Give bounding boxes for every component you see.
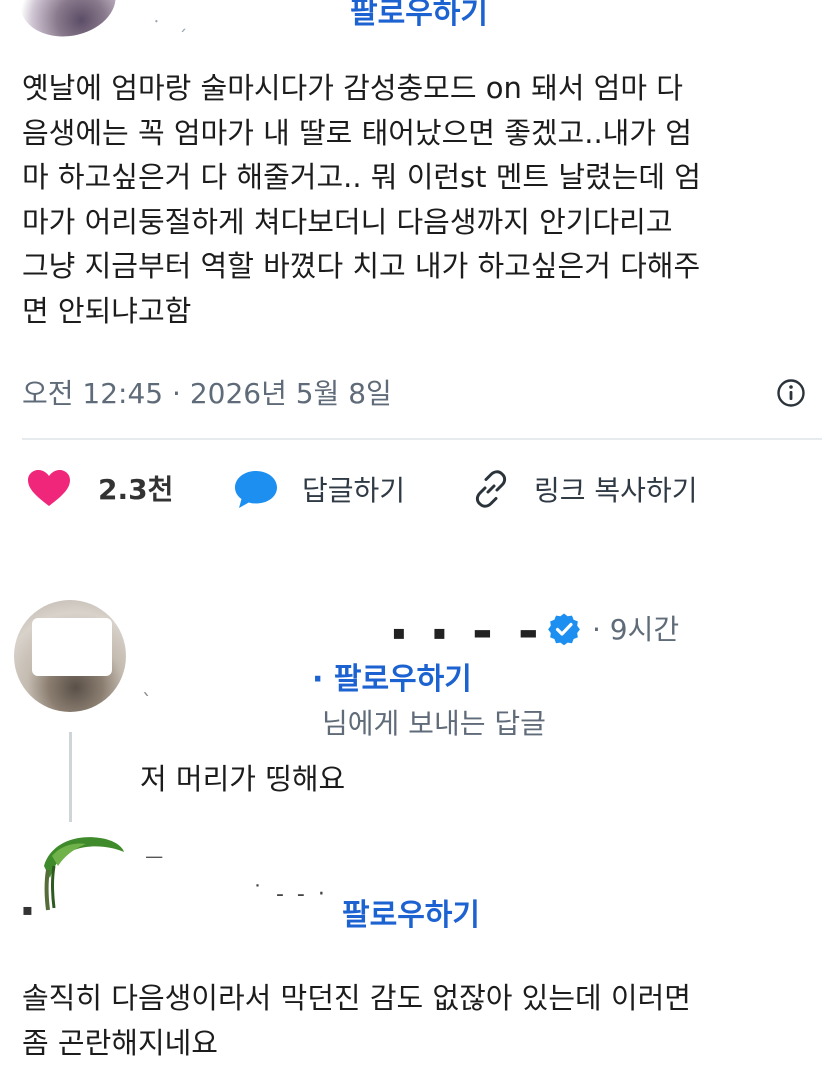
tweet-line: 그냥 지금부터 역할 바꼈다 치고 내가 하고싶은거 다해주 [22, 249, 701, 283]
top-user-avatar[interactable] [14, 0, 122, 44]
tweet-timestamp[interactable]: 오전 12:45 · 2026년 5월 8일 [22, 372, 392, 412]
reply1-name-obscured[interactable]: ▪ ▪ ▬ ▬ [392, 620, 548, 644]
reply2-avatar[interactable] [30, 826, 126, 916]
replying-to-label: 님에게 보내는 답글 [322, 707, 546, 740]
tweet-text: 옛날에 엄마랑 술마시다가 감성충모드 on 돼서 엄마 다 음생에는 꼭 엄마… [22, 66, 812, 333]
copy-link-button[interactable]: 링크 복사하기 [470, 468, 697, 510]
like-button[interactable]: 2.3천 [26, 468, 173, 508]
avatar-redaction [32, 618, 112, 676]
divider [22, 438, 822, 440]
copy-link-label: 링크 복사하기 [534, 474, 698, 507]
speech-bubble-icon [235, 471, 277, 508]
reply2-line: 좀 곤란해지네요 [22, 1025, 218, 1060]
reply1-handle-obscured: ˎ [142, 672, 152, 696]
tweet-line: 옛날에 엄마랑 술마시다가 감성충모드 on 돼서 엄마 다 [22, 71, 683, 105]
thread-connector-line [69, 732, 72, 822]
info-icon[interactable] [776, 378, 806, 408]
tweet-line: 면 안되냐고함 [22, 293, 192, 328]
tweet-line: 마 하고싶은거 다 해줄거고.. 뭐 이런st 멘트 날렸는데 엄 [22, 160, 701, 194]
reply-button[interactable]: 답글하기 [232, 468, 405, 510]
verified-badge-icon [548, 613, 580, 646]
reply-label: 답글하기 [302, 474, 406, 507]
top-user-name-obscured: ㆍ ˏ [148, 12, 192, 33]
reply1-avatar[interactable] [14, 600, 126, 712]
like-count: 2.3천 [98, 473, 174, 506]
reply2-line: 솔직히 다음생이라서 막던진 감도 없잖아 있는데 이러면 [22, 981, 691, 1015]
reply1-text: 저 머리가 띵해요 [140, 762, 346, 796]
tweet-line: 마가 어리둥절하게 쳐다보더니 다음생까지 안기다리고 [22, 204, 673, 239]
follow-button-reply2[interactable]: 팔로우하기 [342, 890, 480, 934]
reply2-mark: ㅡ [145, 846, 164, 870]
reply1-time[interactable]: · 9시간 [592, 608, 679, 648]
follow-button-reply1[interactable]: · 팔로우하기 [312, 654, 472, 698]
link-icon [475, 470, 507, 508]
reply2-handle-obscured: ˙ - - · [252, 882, 328, 907]
follow-button-top[interactable]: 팔로우하기 [350, 0, 488, 32]
tweet-line: 음생에는 꼭 엄마가 내 딸로 태어났으면 좋겠고..내가 엄 [22, 115, 692, 150]
reply2-text: 솔직히 다음생이라서 막던진 감도 없잖아 있는데 이러면 좀 곤란해지네요 [22, 976, 812, 1065]
heart-icon [28, 470, 70, 506]
reply2-left-mark: ▪ [22, 900, 33, 919]
